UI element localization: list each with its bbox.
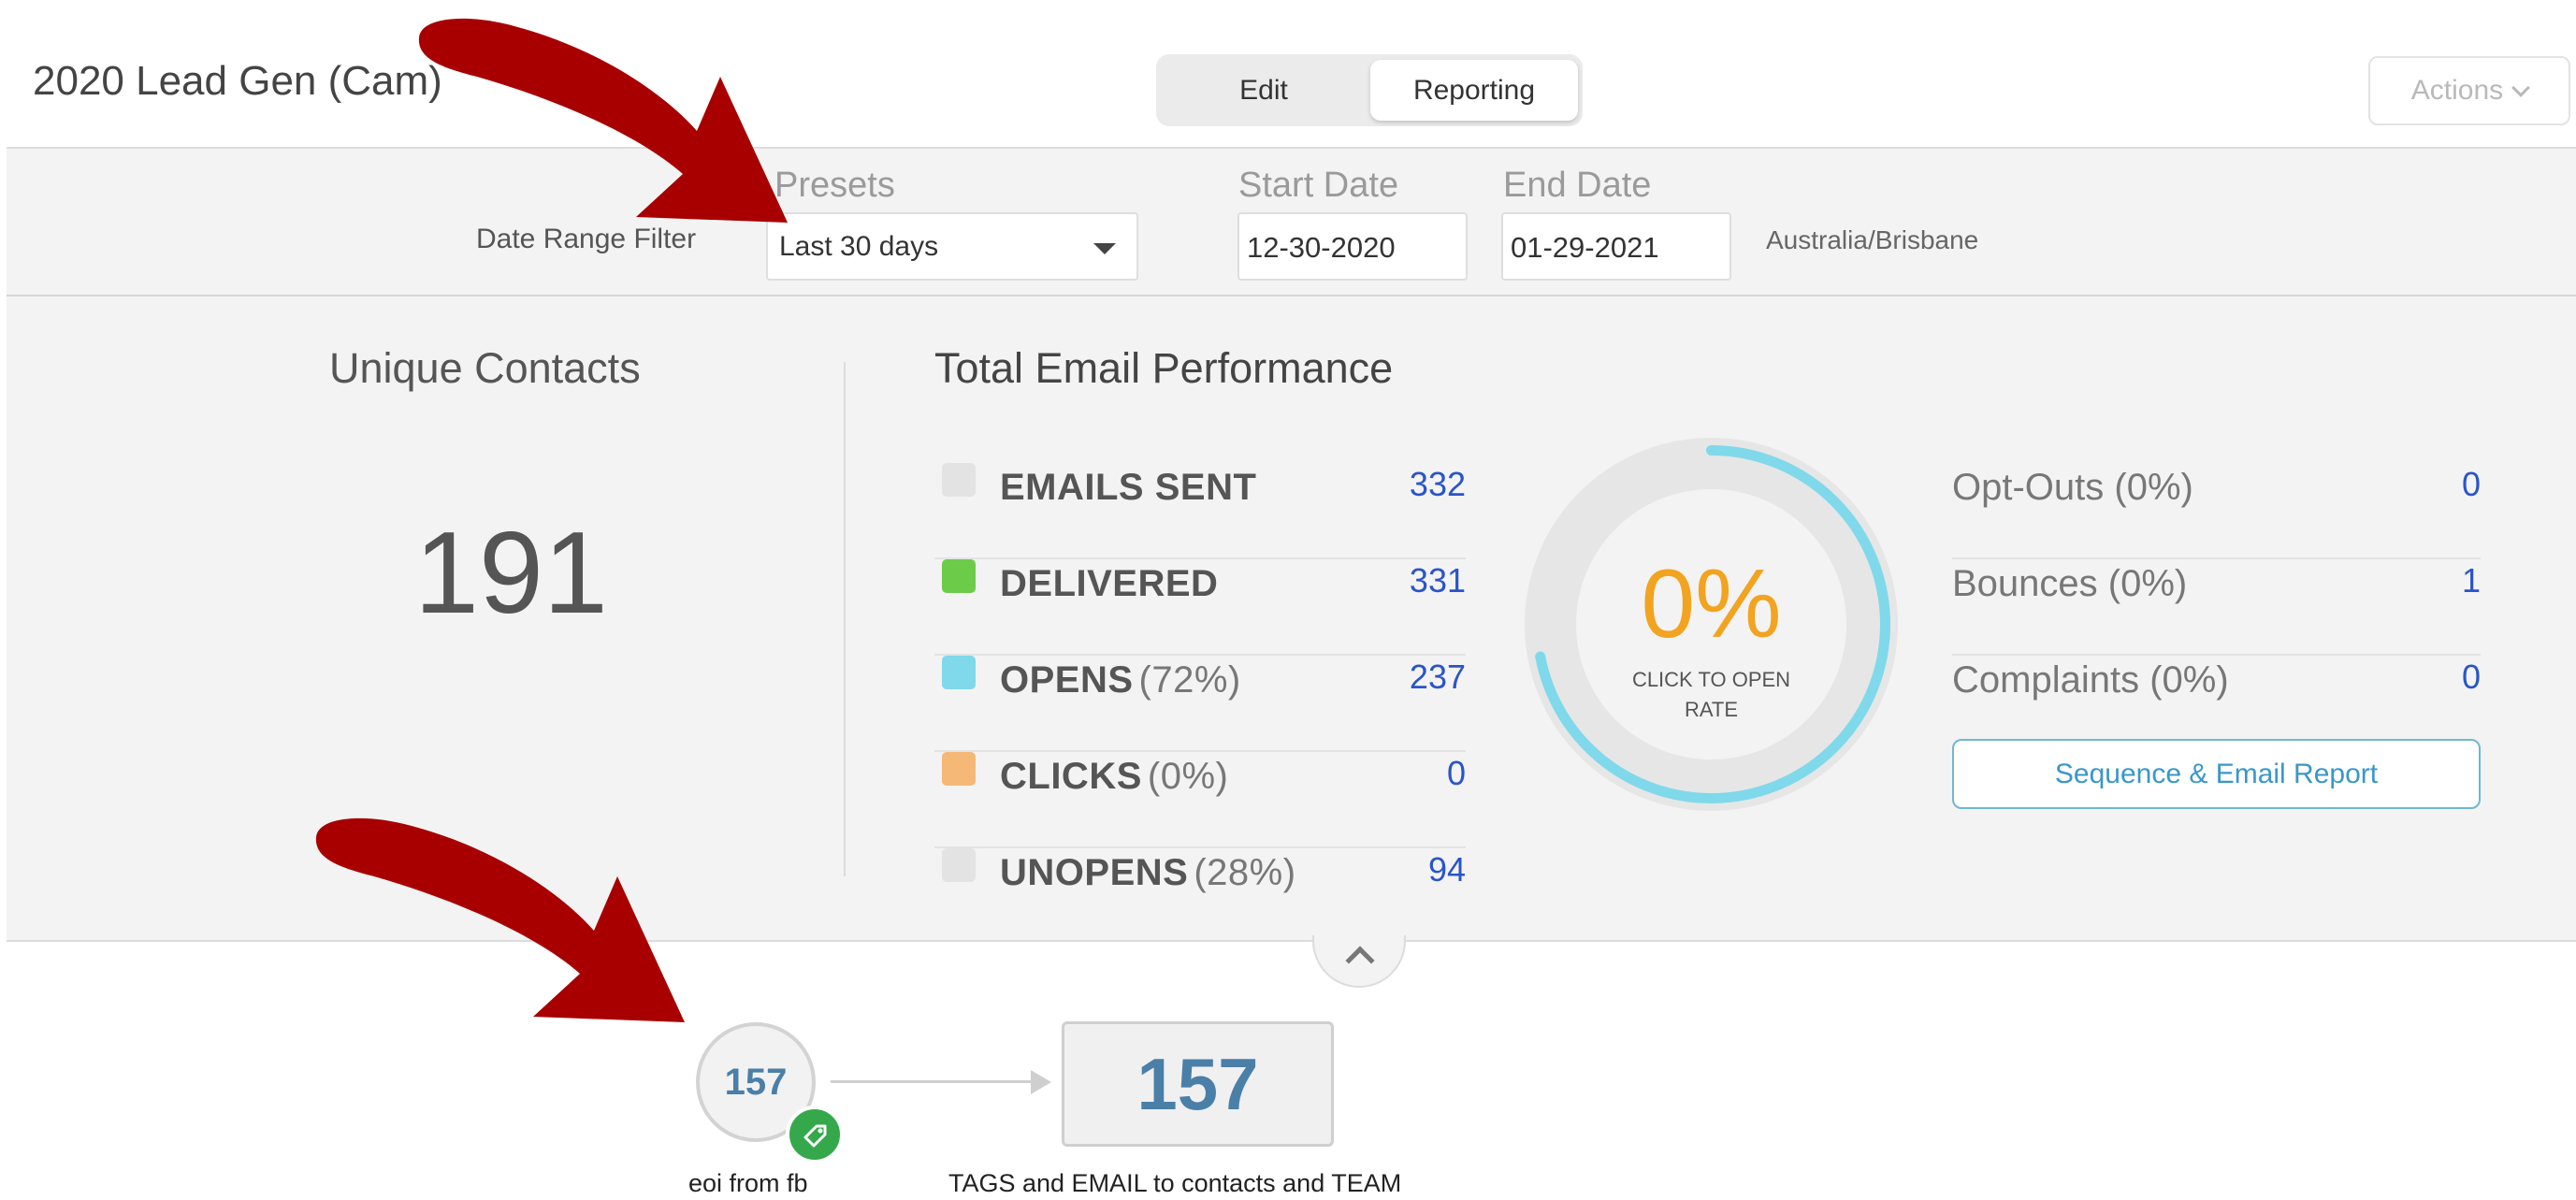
- end-date-input[interactable]: 01-29-2021: [1501, 212, 1731, 281]
- metric-percent: (0%): [1147, 756, 1229, 797]
- flow-arrow-icon: [1031, 1070, 1051, 1094]
- legend-swatch: [942, 559, 976, 593]
- side-metric-bounces: Bounces (0%) 1: [1952, 559, 2481, 656]
- metric-row-opens: OPENS (72%) 237: [934, 656, 1466, 752]
- end-date-label: End Date: [1503, 166, 1652, 205]
- presets-value: Last 30 days: [779, 231, 939, 262]
- flow-connector: [831, 1080, 1036, 1083]
- sequence-label: TAGS and EMAIL to contacts and TEAM: [948, 1169, 1402, 1197]
- start-date-input[interactable]: 12-30-2020: [1237, 212, 1468, 281]
- side-metric-opt-outs: Opt-Outs (0%) 0: [1952, 463, 2481, 559]
- metric-label: DELIVERED: [1000, 563, 1219, 604]
- tag-trigger-label: eoi from fb: [688, 1169, 808, 1197]
- unique-contacts-title: Unique Contacts: [329, 344, 641, 392]
- side-metric-label: Bounces (0%): [1952, 563, 2188, 604]
- metric-value[interactable]: 237: [1410, 658, 1466, 697]
- side-metric-label: Opt-Outs (0%): [1952, 467, 2193, 508]
- tab-edit[interactable]: Edit: [1162, 60, 1366, 121]
- metric-value[interactable]: 94: [1428, 850, 1466, 889]
- legend-swatch: [942, 848, 976, 882]
- email-performance-title: Total Email Performance: [934, 344, 1394, 392]
- metric-percent: (72%): [1138, 659, 1241, 701]
- divider: [844, 362, 846, 876]
- side-metric-value[interactable]: 0: [2462, 658, 2481, 697]
- dropdown-caret-icon: [1093, 243, 1116, 254]
- metric-label: CLICKS (0%): [1000, 756, 1229, 797]
- metric-row-unopens: UNOPENS (28%) 94: [934, 848, 1466, 945]
- legend-swatch: [942, 752, 976, 786]
- metric-value[interactable]: 0: [1447, 754, 1466, 793]
- metric-label: EMAILS SENT: [1000, 467, 1257, 508]
- click-to-open-donut[interactable]: 0% CLICK TO OPEN RATE: [1522, 435, 1901, 814]
- presets-select[interactable]: Last 30 days: [766, 212, 1138, 281]
- sequence-email-report-button[interactable]: Sequence & Email Report: [1952, 739, 2481, 809]
- metric-row-delivered: DELIVERED 331: [934, 559, 1466, 656]
- metric-label: OPENS (72%): [1000, 659, 1241, 701]
- side-metric-complaints: Complaints (0%) 0: [1952, 656, 2481, 752]
- sequence-node[interactable]: 157: [1062, 1021, 1334, 1147]
- view-toggle: Edit Reporting: [1156, 54, 1583, 126]
- tag-badge[interactable]: [786, 1106, 844, 1164]
- side-metric-label: Complaints (0%): [1952, 659, 2229, 701]
- legend-swatch: [942, 656, 976, 689]
- click-to-open-rate-value: 0%: [1641, 550, 1782, 658]
- side-metric-value[interactable]: 1: [2462, 561, 2481, 600]
- metric-label: UNOPENS (28%): [1000, 852, 1296, 893]
- tab-reporting[interactable]: Reporting: [1370, 60, 1578, 121]
- metric-percent: (28%): [1194, 852, 1296, 893]
- chevron-up-icon: [1345, 946, 1375, 976]
- metric-row-emails-sent: EMAILS SENT 332: [934, 463, 1466, 559]
- page-title: 2020 Lead Gen (Cam): [33, 58, 442, 104]
- legend-swatch: [942, 463, 976, 497]
- actions-button[interactable]: Actions: [2368, 56, 2570, 125]
- date-filter-bar: Date Range Filter Presets Last 30 days S…: [7, 147, 2576, 296]
- stats-panel: Unique Contacts 191 Total Email Performa…: [7, 296, 2576, 942]
- actions-label: Actions: [2410, 75, 2504, 106]
- unique-contacts-value: 191: [414, 509, 608, 638]
- date-range-label: Date Range Filter: [476, 224, 697, 254]
- page-header: 2020 Lead Gen (Cam) Edit Reporting Actio…: [0, 0, 2576, 147]
- start-date-label: Start Date: [1238, 166, 1399, 205]
- metric-value[interactable]: 331: [1410, 561, 1466, 600]
- metric-value[interactable]: 332: [1410, 465, 1466, 504]
- collapse-panel-button[interactable]: [1312, 935, 1406, 988]
- click-to-open-rate-caption: CLICK TO OPEN RATE: [1631, 668, 1791, 721]
- side-metric-value[interactable]: 0: [2462, 465, 2481, 504]
- presets-label: Presets: [774, 166, 895, 205]
- tag-icon: [803, 1124, 827, 1148]
- chevron-down-icon: [2511, 78, 2531, 97]
- timezone-label: Australia/Brisbane: [1766, 225, 1979, 254]
- metric-row-clicks: CLICKS (0%) 0: [934, 752, 1466, 848]
